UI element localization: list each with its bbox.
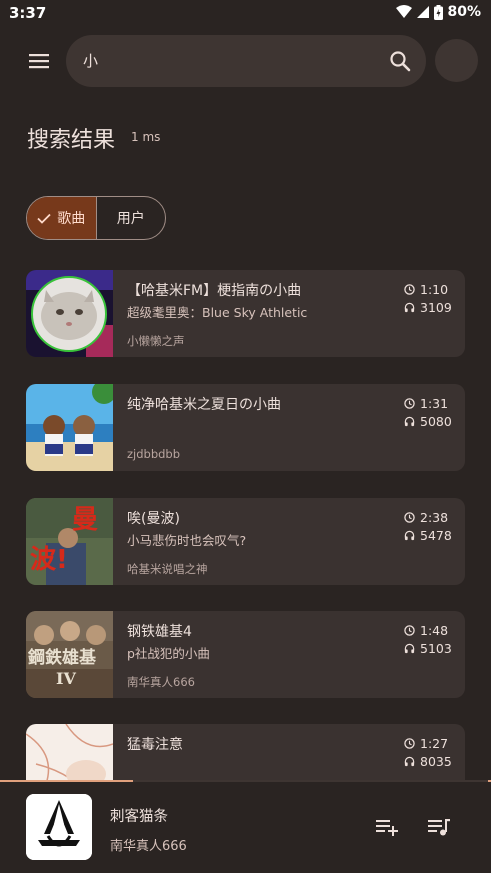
clock-icon (404, 397, 415, 409)
song-plays: 5080 (420, 413, 452, 429)
song-subtitle: 超级耄里奥：Blue Sky Athletic (127, 305, 308, 320)
song-cover: 曼 波! (26, 498, 113, 585)
clock-icon (404, 737, 415, 749)
song-cover (26, 270, 113, 357)
song-artist: zjdbbdbb (127, 447, 181, 461)
song-plays: 3109 (420, 299, 452, 315)
player-cover (26, 794, 92, 860)
battery-level: 80% (447, 4, 481, 20)
filter-users-label: 用户 (116, 211, 145, 227)
filter-songs-label: 歌曲 (57, 211, 86, 227)
song-title: 【哈基米FM】梗指南の小曲 (127, 283, 302, 299)
song-title: 纯净哈基米之夏日の小曲 (127, 397, 281, 413)
song-plays: 5478 (420, 527, 452, 543)
search-bar[interactable]: 小 (66, 35, 426, 87)
song-cover: 鋼鉄雄基 IV (26, 611, 113, 698)
song-meta: 1:31 5080 (404, 394, 452, 430)
clock-icon (404, 624, 415, 636)
avatar[interactable] (435, 39, 478, 82)
results-title: 搜索结果 (27, 128, 116, 153)
search-icon[interactable] (388, 49, 412, 73)
song-card[interactable]: 纯净哈基米之夏日の小曲 zjdbbdbb 1:31 5080 (26, 384, 465, 471)
battery-icon (434, 4, 444, 20)
song-card[interactable]: 鋼鉄雄基 IV 钢铁雄基4 p社战犯的小曲 南华真人666 1:48 5103 (26, 611, 465, 698)
song-duration: 1:48 (420, 622, 449, 638)
clock-icon (404, 511, 415, 523)
check-icon (37, 213, 51, 224)
add-to-playlist-icon[interactable] (374, 814, 400, 840)
song-subtitle: 小马悲伤时也会叹气? (127, 533, 247, 548)
menu-button[interactable] (24, 47, 54, 75)
song-duration: 1:27 (420, 735, 449, 751)
mini-player[interactable]: 刺客猫条 南华真人666 (0, 782, 491, 873)
status-bar: 3:37 80% (0, 0, 491, 28)
assassin-emblem-icon (26, 794, 92, 860)
song-artist: 哈基米说唱之神 (127, 562, 208, 576)
song-meta: 2:38 5478 (404, 508, 452, 544)
player-artist: 南华真人666 (110, 839, 187, 854)
headphones-icon (404, 643, 415, 653)
results-elapsed: 1 ms (131, 130, 161, 144)
top-bar: 小 (0, 35, 491, 87)
song-title: 猛毒注意 (127, 737, 183, 753)
queue-music-icon[interactable] (426, 814, 452, 840)
song-plays: 5103 (420, 640, 452, 656)
song-subtitle: p社战犯的小曲 (127, 646, 210, 661)
headphones-icon (404, 756, 415, 766)
song-cover (26, 384, 113, 471)
headphones-icon (404, 416, 415, 426)
headphones-icon (404, 530, 415, 540)
song-duration: 1:10 (420, 281, 449, 297)
wifi-icon (396, 5, 413, 18)
song-title: 钢铁雄基4 (127, 624, 192, 640)
signal-icon (417, 6, 430, 18)
song-artist: 南华真人666 (127, 675, 195, 689)
song-meta: 1:27 8035 (404, 734, 452, 770)
status-icons: 80% (396, 4, 481, 20)
filter-users-button[interactable]: 用户 (97, 197, 166, 239)
player-title: 刺客猫条 (110, 809, 168, 825)
song-plays: 8035 (420, 753, 452, 769)
song-meta: 1:10 3109 (404, 280, 452, 316)
song-artist: 小懒懒之声 (127, 334, 185, 348)
menu-icon (29, 54, 49, 69)
cover-text-top: 曼 (72, 505, 98, 535)
filter-songs-button[interactable]: 歌曲 (27, 197, 97, 239)
cover-text-bottom: 波! (30, 545, 68, 575)
song-card[interactable]: 【哈基米FM】梗指南の小曲 超级耄里奥：Blue Sky Athletic 小懒… (26, 270, 465, 357)
cover-text-bottom: IV (56, 669, 76, 688)
clock-icon (404, 283, 415, 295)
cover-text-top: 鋼鉄雄基 (27, 647, 97, 668)
status-time: 3:37 (9, 4, 47, 22)
song-card[interactable]: 曼 波! 唉(曼波) 小马悲伤时也会叹气? 哈基米说唱之神 2:38 5478 (26, 498, 465, 585)
song-duration: 2:38 (420, 509, 449, 525)
headphones-icon (404, 302, 415, 312)
song-title: 唉(曼波) (127, 511, 180, 527)
search-input[interactable]: 小 (83, 50, 98, 71)
song-duration: 1:31 (420, 395, 449, 411)
filter-segmented-button: 歌曲 用户 (26, 196, 166, 240)
song-meta: 1:48 5103 (404, 621, 452, 657)
